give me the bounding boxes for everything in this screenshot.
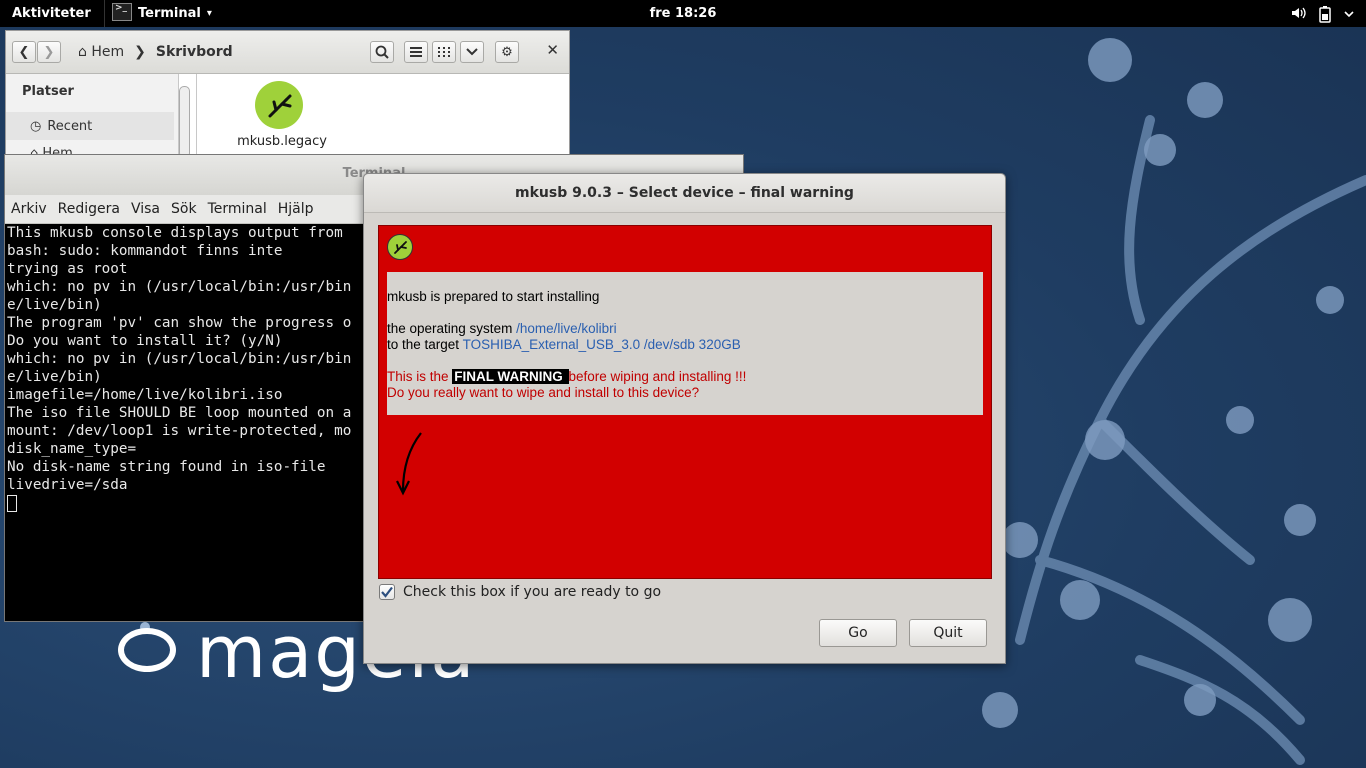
terminal-line: This mkusb console displays output from	[7, 225, 343, 241]
terminal-screen[interactable]: This mkusb console displays output from b…	[5, 224, 367, 620]
terminal-cursor-line	[7, 494, 367, 512]
chevron-down-icon	[466, 48, 478, 56]
logo-ring	[118, 628, 176, 672]
message-line-warning: This is the FINAL WARNING before wiping …	[387, 369, 746, 384]
warning-suffix: before wiping and installing !!!	[568, 369, 747, 384]
files-headerbar: ❮ ❯ ⌂ Hem ❯ Skrivbord ⚙ ✕	[6, 31, 569, 74]
terminal-line: livedrive=/sda	[7, 477, 128, 493]
usb-trident-icon	[394, 241, 407, 254]
menu-visa[interactable]: Visa	[131, 201, 160, 217]
warning-prefix: This is the	[387, 369, 453, 384]
home-icon: ⌂	[78, 44, 87, 60]
menu-arkiv[interactable]: Arkiv	[11, 201, 47, 217]
mkusb-icon	[387, 234, 413, 260]
terminal-line: Do you want to install it? (y/N)	[7, 333, 283, 349]
breadcrumb-home[interactable]: ⌂ Hem	[78, 44, 124, 60]
grid-view-button[interactable]	[432, 41, 456, 63]
list-view-icon	[410, 47, 422, 57]
file-item-mkusb-legacy[interactable]	[255, 81, 303, 129]
clock-icon: ◷	[30, 118, 42, 134]
top-bar: Aktiviteter >_ Terminal ▾ fre 18:26	[0, 0, 1366, 27]
files-window: ❮ ❯ ⌂ Hem ❯ Skrivbord ⚙ ✕ Platser ◷ Rece…	[5, 30, 570, 155]
menu-terminal[interactable]: Terminal	[208, 201, 267, 217]
sidebar-scrollbar[interactable]	[179, 86, 190, 155]
breadcrumb: ⌂ Hem ❯ Skrivbord	[78, 41, 233, 63]
sidebar-header: Platser	[22, 84, 74, 99]
breadcrumb-separator-icon: ❯	[134, 44, 146, 60]
message-line-intro: mkusb is prepared to start installing	[387, 289, 600, 304]
list-view-button[interactable]	[404, 41, 428, 63]
terminal-line: The program 'pv' can show the progress o	[7, 315, 352, 331]
quit-button[interactable]: Quit	[909, 619, 987, 647]
clock[interactable]: fre 18:26	[0, 6, 1366, 21]
battery-icon[interactable]	[1318, 5, 1332, 23]
menu-hjalp[interactable]: Hjälp	[278, 201, 314, 217]
menu-redigera[interactable]: Redigera	[58, 201, 120, 217]
message-line-question: Do you really want to wipe and install t…	[387, 385, 700, 400]
chevron-right-icon: ❯	[43, 44, 55, 60]
usb-trident-icon	[268, 94, 292, 118]
forward-button[interactable]: ❯	[37, 41, 61, 63]
sidebar-item-recent[interactable]: ◷ Recent	[6, 112, 174, 140]
final-warning-highlight: FINAL WARNING	[452, 369, 569, 384]
terminal-line: mount: /dev/loop1 is write-protected, mo	[7, 423, 352, 439]
breadcrumb-home-label: Hem	[91, 44, 125, 60]
files-sidebar: Platser ◷ Recent ⌂ Hem	[6, 74, 179, 155]
menu-sok[interactable]: Sök	[171, 201, 197, 217]
gear-icon: ⚙	[501, 44, 513, 60]
volume-icon[interactable]	[1290, 5, 1306, 21]
warning-panel: mkusb is prepared to start installing th…	[378, 225, 992, 579]
search-button[interactable]	[370, 41, 394, 63]
os-prefix: the operating system	[387, 321, 517, 336]
terminal-line: disk_name_type=	[7, 441, 137, 457]
search-icon	[375, 45, 389, 59]
settings-button[interactable]: ⚙	[495, 41, 519, 63]
breadcrumb-current[interactable]: Skrivbord	[156, 44, 233, 60]
file-label: mkusb.legacy	[237, 134, 327, 149]
mkusb-dialog: mkusb 9.0.3 – Select device – final warn…	[363, 173, 1006, 664]
terminal-line: which: no pv in (/usr/local/bin:/usr/bin	[7, 351, 352, 367]
message-line-target: to the target TOSHIBA_External_USB_3.0 /…	[387, 337, 741, 352]
annotation-arrow-icon	[396, 432, 422, 496]
message-line-os: the operating system /home/live/kolibri	[387, 321, 617, 336]
ready-checkbox[interactable]	[379, 584, 395, 600]
checkmark-icon	[381, 586, 393, 598]
warning-message: mkusb is prepared to start installing th…	[387, 272, 983, 415]
os-path: /home/live/kolibri	[516, 321, 617, 336]
terminal-cursor	[7, 494, 17, 512]
checkbox-label: Check this box if you are ready to go	[403, 584, 662, 600]
terminal-line: e/live/bin)	[7, 369, 102, 385]
view-options-button[interactable]	[460, 41, 484, 63]
terminal-line: trying as root	[7, 261, 128, 277]
terminal-line: bash: sudo: kommandot finns inte	[7, 243, 283, 259]
close-icon[interactable]: ✕	[546, 41, 559, 59]
ready-checkbox-row[interactable]: Check this box if you are ready to go	[379, 584, 661, 600]
system-tray[interactable]	[1290, 5, 1354, 23]
target-prefix: to the target	[387, 337, 463, 352]
system-menu-icon[interactable]	[1344, 5, 1354, 21]
terminal-line: No disk-name string found in iso-file	[7, 459, 326, 475]
chevron-left-icon: ❮	[18, 44, 30, 60]
terminal-line: e/live/bin)	[7, 297, 102, 313]
target-device: TOSHIBA_External_USB_3.0 /dev/sdb 320GB	[462, 337, 741, 352]
sidebar-item-label: Recent	[47, 118, 93, 134]
go-button[interactable]: Go	[819, 619, 897, 647]
files-content: mkusb.legacy	[196, 74, 569, 155]
back-button[interactable]: ❮	[12, 41, 36, 63]
terminal-line: imagefile=/home/live/kolibri.iso	[7, 387, 283, 403]
terminal-line: which: no pv in (/usr/local/bin:/usr/bin	[7, 279, 352, 295]
terminal-line: The iso file SHOULD BE loop mounted on a	[7, 405, 352, 421]
dialog-title: mkusb 9.0.3 – Select device – final warn…	[364, 174, 1005, 213]
grid-view-icon	[438, 47, 450, 57]
